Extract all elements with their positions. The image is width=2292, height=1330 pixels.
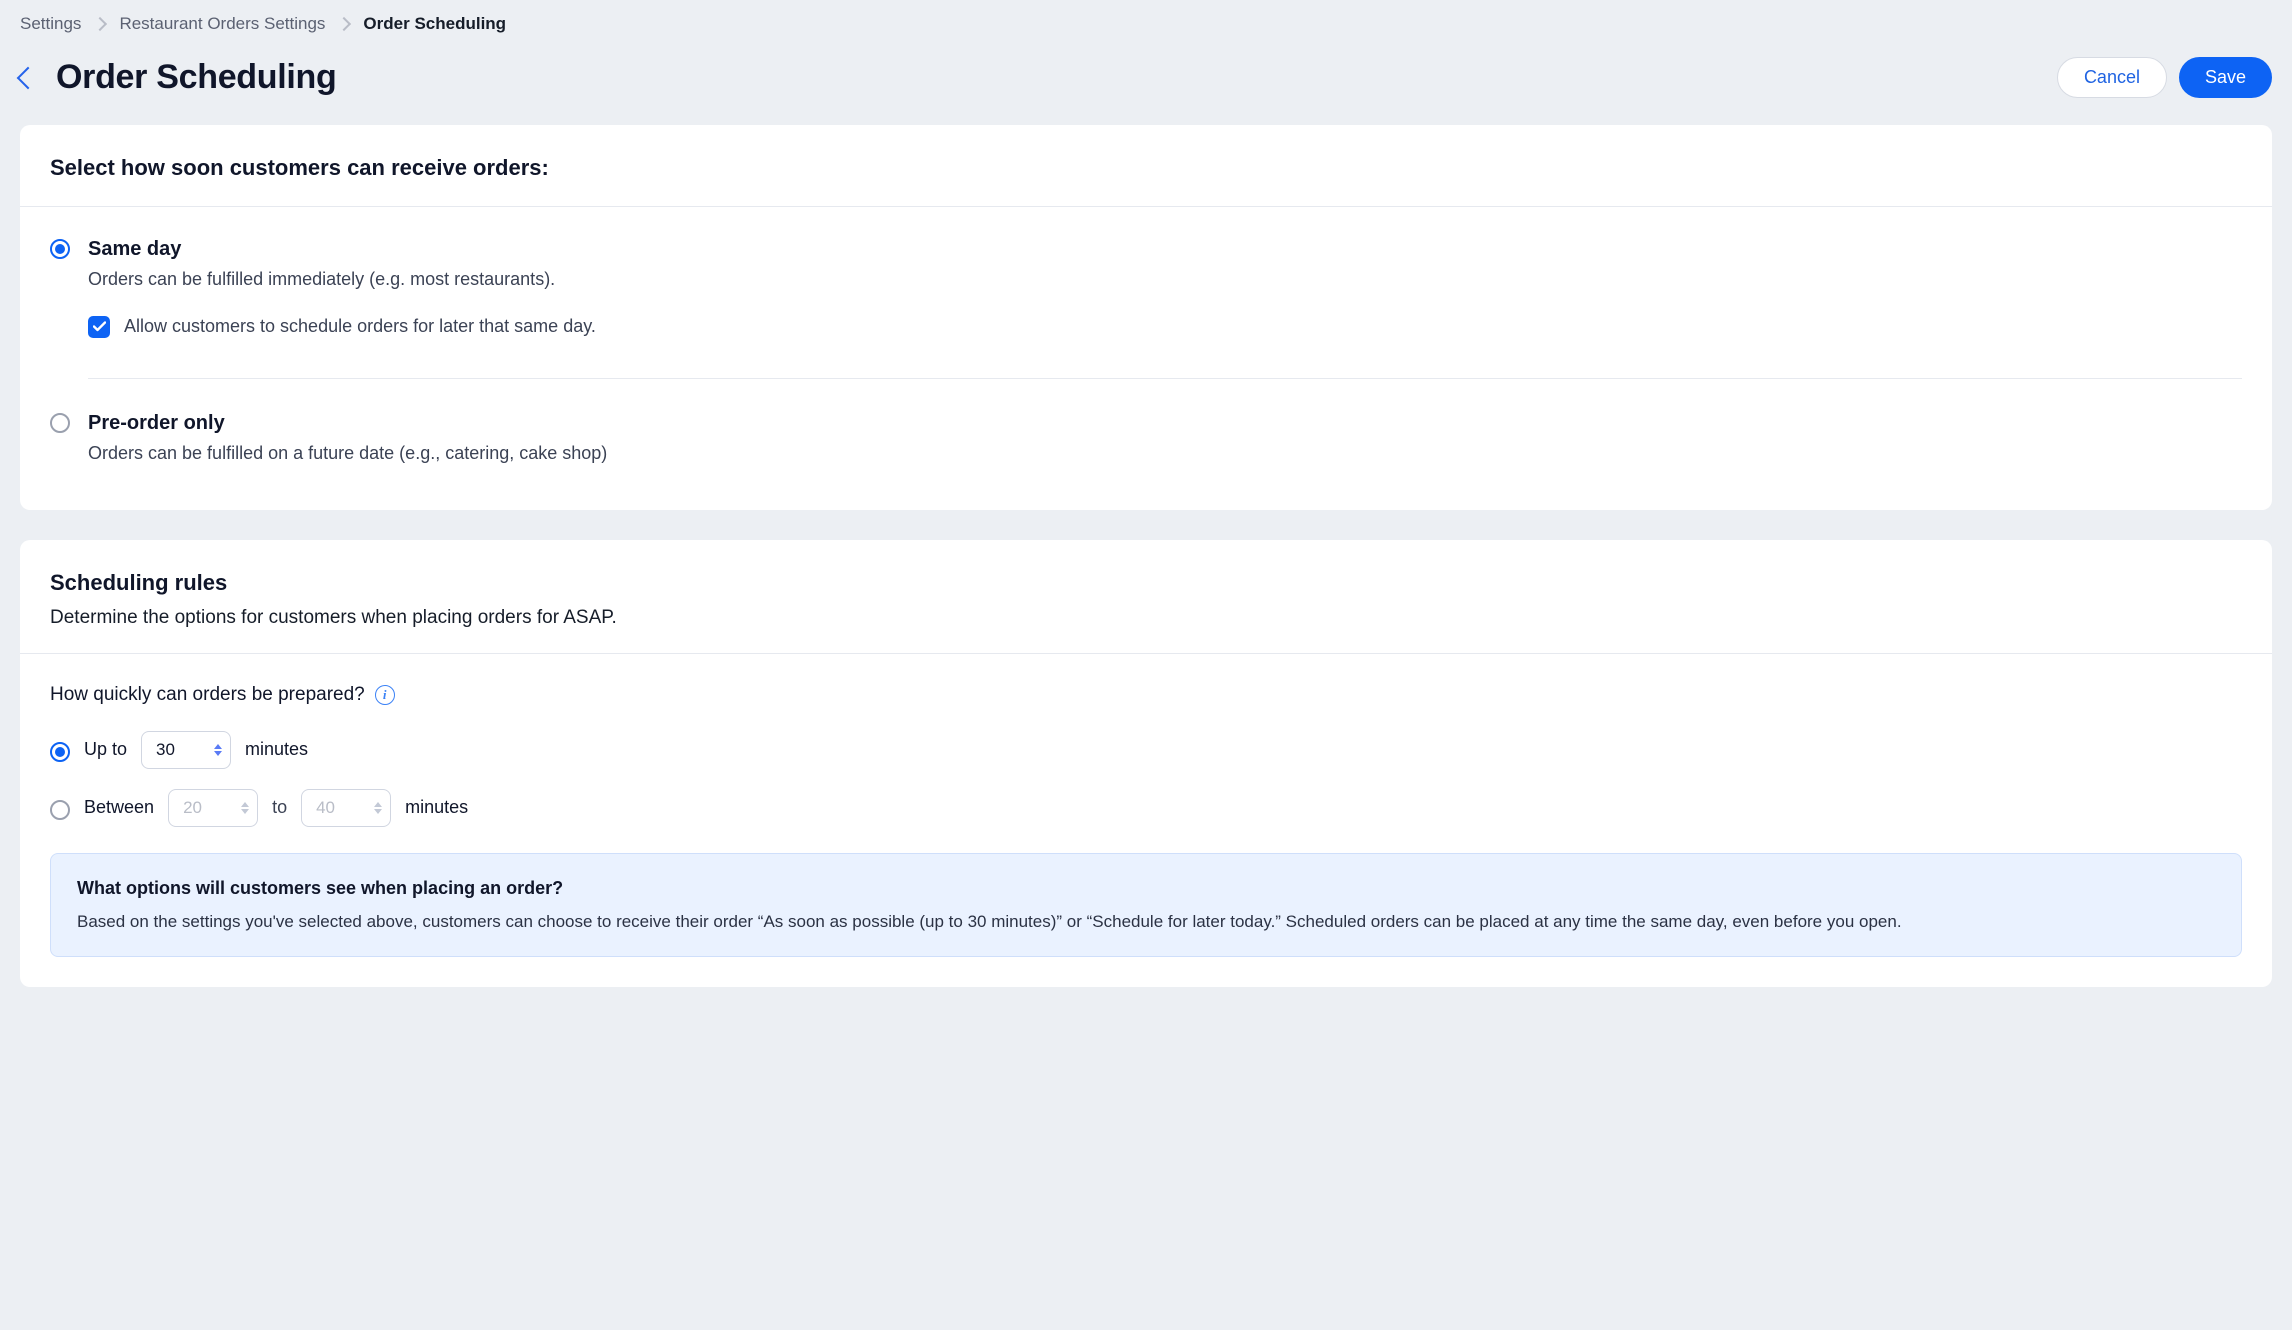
between-suffix: minutes	[405, 795, 468, 820]
option-divider	[88, 378, 2242, 379]
option-title-preorder: Pre-order only	[88, 409, 607, 437]
breadcrumb-item-settings[interactable]: Settings	[20, 12, 81, 36]
stepper-arrows[interactable]	[374, 802, 382, 814]
rules-card: Scheduling rules Determine the options f…	[20, 540, 2272, 988]
header-actions: Cancel Save	[2057, 57, 2272, 98]
back-icon[interactable]	[17, 66, 40, 89]
preview-text: Based on the settings you've selected ab…	[77, 909, 2215, 935]
radio-same-day[interactable]	[50, 239, 70, 259]
breadcrumb-item-restaurant-orders[interactable]: Restaurant Orders Settings	[119, 12, 325, 36]
upto-value: 30	[156, 738, 214, 762]
radio-upto[interactable]	[50, 742, 70, 762]
allow-schedule-label: Allow customers to schedule orders for l…	[124, 314, 596, 339]
allow-schedule-row[interactable]: Allow customers to schedule orders for l…	[88, 314, 2242, 339]
preview-question: What options will customers see when pla…	[77, 876, 2215, 901]
between-max-value: 40	[316, 796, 374, 820]
between-max-stepper[interactable]: 40	[301, 789, 391, 827]
stepper-down-icon[interactable]	[241, 809, 249, 814]
cancel-button[interactable]: Cancel	[2057, 57, 2167, 98]
option-desc-same-day: Orders can be fulfilled immediately (e.g…	[88, 267, 2242, 292]
rules-section-subtitle: Determine the options for customers when…	[50, 605, 2242, 632]
prep-option-between[interactable]: Between 20 to 40 minutes	[50, 789, 2242, 827]
page-title: Order Scheduling	[56, 54, 336, 102]
stepper-down-icon[interactable]	[214, 751, 222, 756]
option-preorder[interactable]: Pre-order only Orders can be fulfilled o…	[50, 401, 2242, 482]
checkmark-icon	[93, 321, 106, 332]
stepper-up-icon[interactable]	[214, 744, 222, 749]
stepper-arrows[interactable]	[241, 802, 249, 814]
stepper-up-icon[interactable]	[374, 802, 382, 807]
rules-section-title: Scheduling rules	[50, 568, 2242, 599]
prep-option-upto[interactable]: Up to 30 minutes	[50, 731, 2242, 769]
receive-card: Select how soon customers can receive or…	[20, 125, 2272, 509]
prep-question: How quickly can orders be prepared?	[50, 682, 365, 709]
allow-schedule-checkbox[interactable]	[88, 316, 110, 338]
page-header: Order Scheduling Cancel Save	[0, 48, 2292, 126]
option-same-day[interactable]: Same day Orders can be fulfilled immedia…	[50, 227, 2242, 355]
option-title-same-day: Same day	[88, 235, 2242, 263]
option-desc-preorder: Orders can be fulfilled on a future date…	[88, 441, 607, 466]
save-button[interactable]: Save	[2179, 57, 2272, 98]
stepper-arrows[interactable]	[214, 744, 222, 756]
upto-stepper[interactable]: 30	[141, 731, 231, 769]
info-icon[interactable]: i	[375, 685, 395, 705]
between-prefix: Between	[84, 795, 154, 820]
breadcrumb: Settings Restaurant Orders Settings Orde…	[0, 0, 2292, 48]
between-min-stepper[interactable]: 20	[168, 789, 258, 827]
between-min-value: 20	[183, 796, 241, 820]
stepper-down-icon[interactable]	[374, 809, 382, 814]
preview-box: What options will customers see when pla…	[50, 853, 2242, 958]
radio-preorder[interactable]	[50, 413, 70, 433]
between-mid: to	[272, 795, 287, 820]
receive-section-title: Select how soon customers can receive or…	[50, 153, 2242, 184]
radio-between[interactable]	[50, 800, 70, 820]
breadcrumb-item-order-scheduling: Order Scheduling	[363, 12, 506, 36]
upto-prefix: Up to	[84, 737, 127, 762]
chevron-right-icon	[337, 17, 351, 31]
stepper-up-icon[interactable]	[241, 802, 249, 807]
upto-suffix: minutes	[245, 737, 308, 762]
chevron-right-icon	[93, 17, 107, 31]
